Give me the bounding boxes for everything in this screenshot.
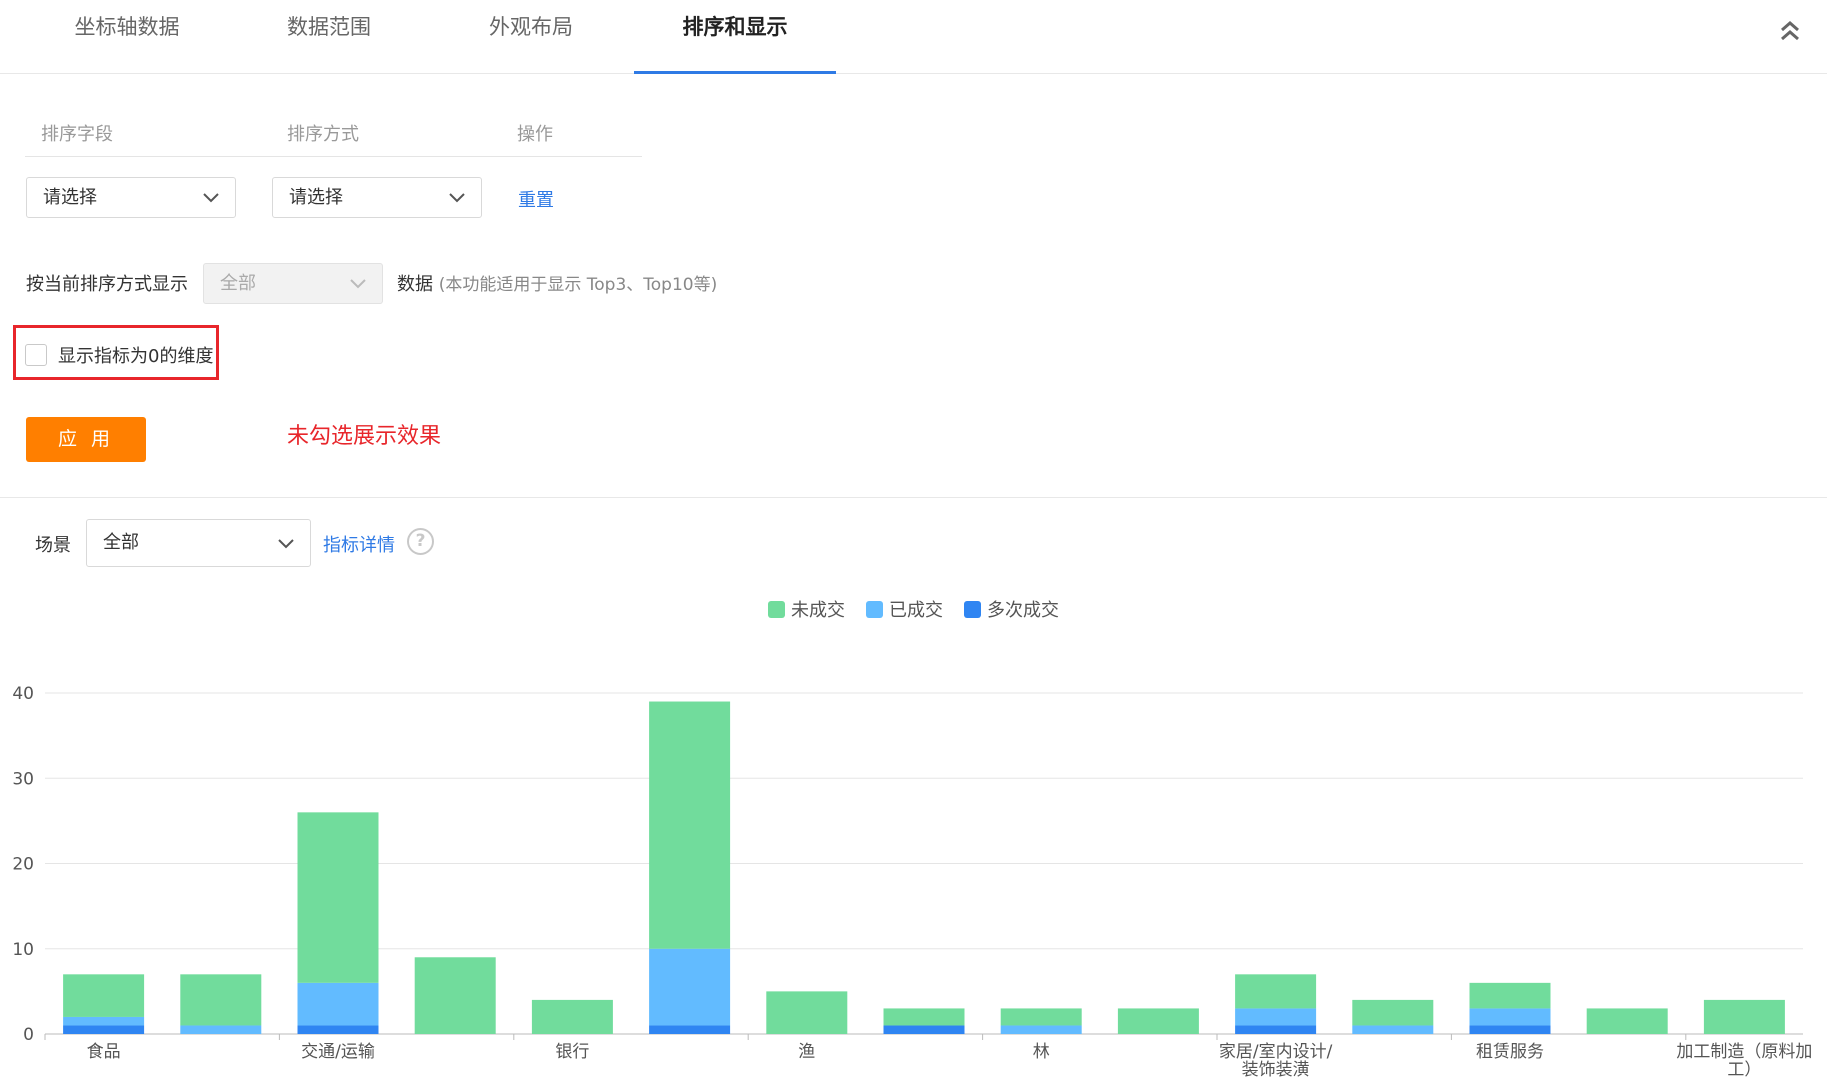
- tab-data-range[interactable]: 数据范围: [228, 0, 430, 74]
- chevron-down-icon: [350, 279, 366, 289]
- bar-segment[interactable]: [883, 1025, 965, 1034]
- y-tick-label: 0: [23, 1025, 34, 1045]
- bar-segment[interactable]: [1352, 1025, 1434, 1034]
- stacked-bar-chart: 0 10 20 30 40 食品 交通/运输 银行 渔 林 家居/室内设计/装饰装潢 租赁服务 加工制造…: [12, 684, 1812, 1080]
- legend-item-closed[interactable]: 已成交: [866, 596, 943, 622]
- chevron-down-icon: [278, 539, 294, 549]
- legend-label: 多次成交: [987, 600, 1059, 621]
- bar-segment[interactable]: [1000, 1008, 1082, 1026]
- bar-segment[interactable]: [1469, 1008, 1551, 1026]
- display-count-select-value: 全部: [220, 273, 256, 294]
- display-count-select: 全部: [203, 263, 383, 304]
- sort-field-select[interactable]: 请选择: [26, 177, 236, 218]
- x-tick-label: 食品: [87, 1042, 121, 1062]
- bar-segment[interactable]: [1235, 1008, 1317, 1026]
- sort-field-select-value: 请选择: [43, 187, 97, 208]
- bar-segment[interactable]: [297, 1025, 379, 1034]
- section-divider: [0, 497, 1827, 498]
- bar-segment[interactable]: [63, 974, 145, 1017]
- sort-field-header: 排序字段: [41, 124, 113, 145]
- bar-segment[interactable]: [1352, 999, 1434, 1026]
- x-tick-label: 银行: [555, 1042, 589, 1062]
- bar-segment[interactable]: [1586, 1008, 1668, 1034]
- chevron-down-icon: [203, 193, 219, 203]
- tab-axis-data[interactable]: 坐标轴数据: [26, 0, 228, 74]
- zero-dimension-label[interactable]: 显示指标为0的维度: [58, 342, 213, 368]
- display-suffix: 数据 (本功能适用于显示 Top3、Top10等): [397, 270, 717, 296]
- question-mark-icon[interactable]: ?: [407, 528, 434, 555]
- legend-label: 已成交: [889, 600, 943, 621]
- chevron-down-icon: [449, 193, 465, 203]
- x-tick-label: 渔: [798, 1042, 815, 1062]
- bar-segment[interactable]: [1000, 1025, 1082, 1034]
- annotation-note: 未勾选展示效果: [287, 424, 442, 449]
- bar-segment[interactable]: [180, 974, 262, 1026]
- bar-segment[interactable]: [649, 1025, 731, 1034]
- bar-segment[interactable]: [649, 701, 731, 949]
- x-tick-label: 家居/室内设计/装饰装潢: [1219, 1042, 1333, 1080]
- bar-segment[interactable]: [766, 991, 848, 1034]
- bar-segment[interactable]: [883, 1008, 965, 1026]
- zero-dimension-checkbox[interactable]: [25, 344, 47, 366]
- display-order-label: 按当前排序方式显示: [26, 274, 188, 295]
- y-tick-label: 10: [12, 940, 34, 960]
- bar-segment[interactable]: [1235, 1025, 1317, 1034]
- apply-button[interactable]: 应 用: [26, 417, 146, 462]
- display-note: (本功能适用于显示 Top3、Top10等): [438, 275, 718, 295]
- bar-segment[interactable]: [297, 812, 379, 983]
- legend-swatch: [866, 601, 883, 618]
- x-tick-label: 交通/运输: [301, 1042, 375, 1062]
- scene-label: 场景: [35, 535, 71, 556]
- sort-table-header: 排序字段 排序方式 操作: [25, 116, 642, 157]
- y-tick-label: 30: [12, 769, 34, 789]
- y-tick-label: 40: [12, 684, 34, 704]
- sort-method-header: 排序方式: [287, 124, 359, 145]
- bar-segment[interactable]: [63, 1025, 145, 1034]
- bar-segment[interactable]: [1469, 1025, 1551, 1034]
- chart-legend: 未成交 已成交 多次成交: [0, 596, 1827, 621]
- legend-swatch: [964, 601, 981, 618]
- x-tick-label: 林: [1033, 1042, 1050, 1062]
- bar-segment[interactable]: [1469, 982, 1551, 1009]
- sort-action-header: 操作: [517, 124, 553, 145]
- bar-segment[interactable]: [414, 957, 496, 1034]
- legend-label: 未成交: [791, 600, 845, 621]
- x-tick-label: 租赁服务: [1476, 1042, 1544, 1062]
- scene-select[interactable]: 全部: [86, 519, 311, 567]
- tab-bar: 坐标轴数据 数据范围 外观布局 排序和显示: [0, 0, 1827, 74]
- reset-link[interactable]: 重置: [518, 186, 554, 212]
- metric-detail-link[interactable]: 指标详情: [323, 531, 395, 557]
- sort-method-select[interactable]: 请选择: [272, 177, 482, 218]
- bar-segment[interactable]: [297, 982, 379, 1026]
- bar-segment[interactable]: [1235, 974, 1317, 1009]
- legend-swatch: [768, 601, 785, 618]
- legend-item-multi[interactable]: 多次成交: [964, 596, 1059, 622]
- sort-method-select-value: 请选择: [289, 187, 343, 208]
- tab-appearance-layout[interactable]: 外观布局: [430, 0, 632, 74]
- bar-segment[interactable]: [1703, 999, 1785, 1034]
- display-suffix-text: 数据: [397, 274, 433, 295]
- legend-item-unclosed[interactable]: 未成交: [768, 596, 845, 622]
- bar-segment[interactable]: [531, 999, 613, 1034]
- scene-select-value: 全部: [103, 532, 139, 553]
- tab-sort-display[interactable]: 排序和显示: [634, 0, 836, 74]
- y-tick-label: 20: [12, 855, 34, 875]
- bar-segment[interactable]: [649, 948, 731, 1026]
- x-tick-label: 加工制造（原料加工）: [1676, 1042, 1812, 1080]
- bar-segment[interactable]: [63, 1016, 145, 1026]
- double-chevron-up-icon[interactable]: [1775, 16, 1805, 46]
- bar-segment[interactable]: [1117, 1008, 1199, 1034]
- bar-segment[interactable]: [180, 1025, 262, 1034]
